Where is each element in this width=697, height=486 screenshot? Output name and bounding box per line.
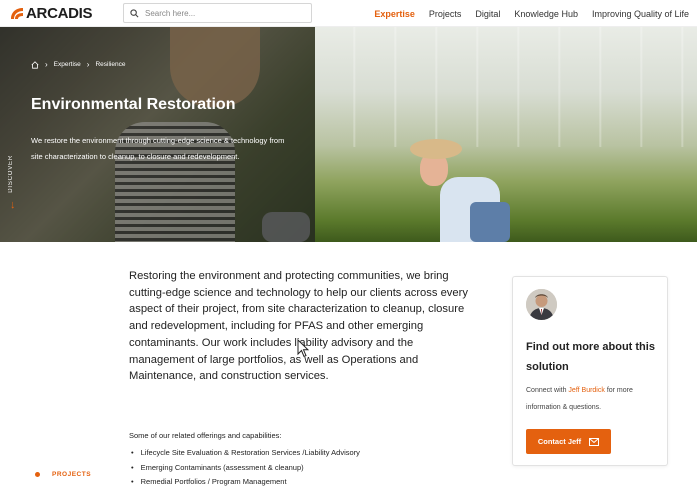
nav-digital[interactable]: Digital (475, 9, 500, 19)
projects-label: PROJECTS (52, 471, 92, 478)
photo-person-jeans (470, 202, 510, 242)
dot-icon (35, 472, 40, 477)
list-item: Emerging Contaminants (assessment & clea… (131, 461, 360, 476)
nav-projects[interactable]: Projects (429, 9, 462, 19)
photo-person-hat (410, 139, 462, 159)
breadcrumb-resilience[interactable]: Resilience (95, 61, 125, 68)
discover-label[interactable]: DISCOVER (8, 155, 14, 193)
search-icon (130, 8, 139, 17)
contact-name-link[interactable]: Jeff Burdick (568, 387, 604, 394)
contact-card: Find out more about this solution Connec… (512, 276, 668, 466)
contact-button[interactable]: Contact Jeff (526, 429, 611, 454)
nav-expertise[interactable]: Expertise (374, 9, 415, 19)
list-item: Lifecycle Site Evaluation & Restoration … (131, 446, 360, 461)
logo-text: ARCADIS (26, 5, 93, 22)
page-title: Environmental Restoration (31, 96, 236, 113)
card-text-prefix: Connect with (526, 387, 569, 394)
mail-icon (589, 437, 600, 446)
greenhouse-frame (315, 27, 697, 147)
card-title: Find out more about this solution (526, 341, 655, 373)
avatar (526, 289, 557, 320)
arcadis-logo[interactable]: ARCADIS (10, 5, 93, 22)
search-input[interactable] (145, 8, 295, 18)
chevron-right-icon: › (86, 60, 90, 69)
card-text: Connect with Jeff Burdick for more infor… (526, 383, 658, 416)
list-item: Remedial Portfolios / Program Management (131, 475, 360, 486)
person-avatar-icon (526, 289, 557, 320)
projects-anchor-link[interactable]: PROJECTS (35, 471, 91, 478)
breadcrumb: › Expertise › Resilience (31, 60, 125, 69)
mouse-cursor-icon (297, 339, 309, 358)
breadcrumb-expertise[interactable]: Expertise (54, 61, 81, 68)
contact-button-label: Contact Jeff (537, 437, 582, 446)
home-icon[interactable] (31, 60, 39, 69)
main-nav: Expertise Projects Digital Knowledge Hub… (360, 0, 689, 27)
arcadis-logo-icon (11, 7, 23, 19)
offerings-list: Lifecycle Site Evaluation & Restoration … (131, 446, 360, 486)
arrow-down-icon[interactable]: ↓ (10, 199, 16, 211)
nav-improving-quality-of-life[interactable]: Improving Quality of Life (592, 9, 689, 19)
top-header: ARCADIS Expertise Projects Digital Knowl… (0, 0, 697, 27)
offerings-heading: Some of our related offerings and capabi… (129, 431, 282, 440)
nav-knowledge-hub[interactable]: Knowledge Hub (514, 9, 578, 19)
intro-paragraph: Restoring the environment and protecting… (129, 270, 468, 383)
hero-description: We restore the environment through cutti… (31, 136, 285, 161)
search-box[interactable] (123, 3, 312, 23)
chevron-right-icon: › (45, 60, 48, 69)
